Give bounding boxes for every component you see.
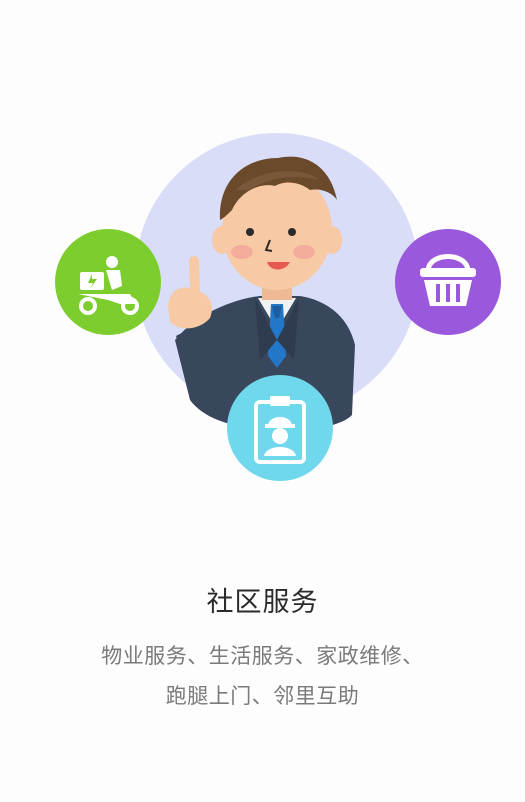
description-line-1: 物业服务、生活服务、家政维修、 [101,644,424,668]
shopping-basket-icon[interactable] [395,229,501,335]
onboarding-screen: 社区服务 物业服务、生活服务、家政维修、 跑腿上门、邻里互助 [0,0,525,802]
worker-badge-icon[interactable] [227,375,333,481]
description-line-2: 跑腿上门、邻里互助 [165,684,360,708]
page-title: 社区服务 [206,587,319,618]
delivery-scooter-icon[interactable] [55,229,161,335]
community-service-illustration [55,133,501,481]
